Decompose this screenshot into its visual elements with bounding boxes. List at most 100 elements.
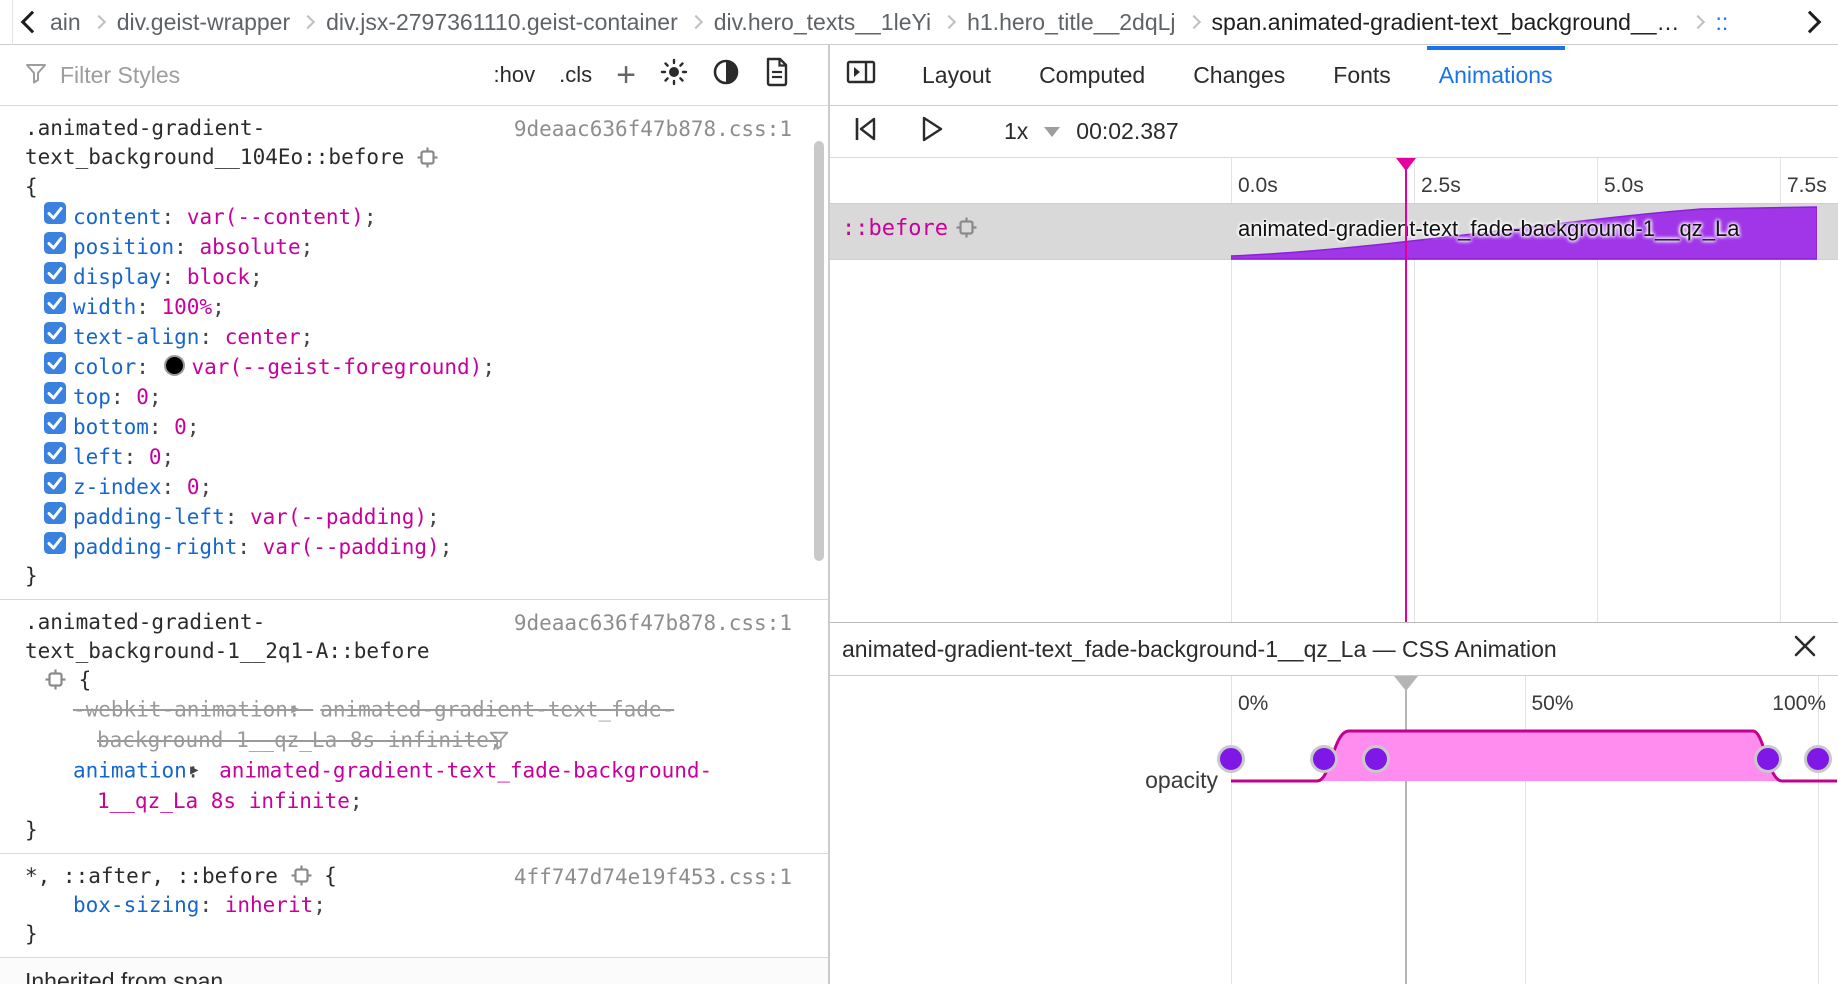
- css-property-row[interactable]: animation: ▶animated-gradient-text_fade-…: [25, 756, 792, 816]
- colon: :: [225, 505, 250, 529]
- contrast-half-moon-icon[interactable]: [712, 58, 740, 92]
- css-property-row[interactable]: z-index: 0;: [25, 472, 792, 502]
- breadcrumb-item[interactable]: ain: [50, 9, 81, 36]
- keyframe-dot[interactable]: [1804, 745, 1832, 773]
- property-checkbox[interactable]: [44, 442, 66, 464]
- pseudo-element-name: ::before: [842, 216, 948, 241]
- css-property-row[interactable]: text-align: center;: [25, 322, 792, 352]
- styles-panel: :hov .cls +: [0, 45, 830, 984]
- stylesheet-source-link[interactable]: 9deaac636f47b878.css:1: [514, 609, 792, 638]
- rule-selector-line[interactable]: text_background-1__2q1-A::before: [25, 637, 792, 666]
- property-name: content: [73, 205, 162, 229]
- detail-playhead-handle[interactable]: [1394, 676, 1418, 691]
- tab-animations[interactable]: Animations: [1437, 46, 1555, 105]
- stylesheet-source-link[interactable]: 9deaac636f47b878.css:1: [514, 115, 792, 144]
- property-name: text-align: [73, 325, 199, 349]
- current-time: 00:02.387: [1076, 118, 1178, 145]
- play-button[interactable]: [916, 114, 946, 150]
- property-name: z-index: [73, 475, 162, 499]
- stylesheet-source-link[interactable]: 4ff747d74e19f453.css:1: [514, 863, 792, 892]
- property-name: bottom: [73, 415, 149, 439]
- style-rule: 4ff747d74e19f453.css:1*, ::after, ::befo…: [0, 854, 828, 959]
- inherited-from-span-header: Inherited from span: [0, 958, 828, 984]
- tab-changes[interactable]: Changes: [1191, 46, 1287, 105]
- css-property-row[interactable]: box-sizing: inherit;: [25, 891, 792, 920]
- detail-title: animated-gradient-text_fade-background-1…: [842, 636, 1557, 663]
- animation-name-label[interactable]: animated-gradient-text_fade-background-1…: [1238, 216, 1739, 242]
- rule-selector-line[interactable]: {: [25, 666, 792, 696]
- property-checkbox[interactable]: [44, 382, 66, 404]
- property-checkbox[interactable]: [44, 202, 66, 224]
- breadcrumb-item[interactable]: div.geist-wrapper: [117, 9, 290, 36]
- breadcrumb-item[interactable]: span.animated-gradient-text_background__…: [1212, 9, 1680, 36]
- property-checkbox[interactable]: [44, 412, 66, 434]
- property-checkbox[interactable]: [44, 322, 66, 344]
- semicolon: ;: [301, 235, 314, 259]
- keyframe-dot[interactable]: [1217, 745, 1245, 773]
- property-checkbox[interactable]: [44, 352, 66, 374]
- replay-button[interactable]: [850, 114, 880, 150]
- css-property-row[interactable]: bottom: 0;: [25, 412, 792, 442]
- timeline-playhead[interactable]: [1405, 158, 1407, 622]
- styles-scrollbar-thumb[interactable]: [814, 141, 824, 561]
- close-icon[interactable]: [1792, 633, 1818, 665]
- inspect-target-icon[interactable]: [956, 216, 977, 241]
- colon: :: [162, 265, 187, 289]
- new-style-rule-button[interactable]: +: [616, 65, 636, 85]
- rule-selector-line[interactable]: {: [25, 173, 792, 202]
- css-property-row[interactable]: padding-right: var(--padding);: [25, 532, 792, 562]
- css-property-row[interactable]: width: 100%;: [25, 292, 792, 322]
- semicolon: ;: [212, 295, 225, 319]
- property-checkbox[interactable]: [44, 502, 66, 524]
- semicolon: ;: [250, 265, 263, 289]
- property-value: var(--padding): [263, 535, 440, 559]
- toggle-hover-state-button[interactable]: :hov: [494, 62, 536, 88]
- css-property-row[interactable]: color: var(--geist-foreground);: [25, 352, 792, 382]
- rule-selector-line[interactable]: text_background__104Eo::before: [25, 143, 792, 173]
- breadcrumb-item[interactable]: h1.hero_title__2dqLj: [967, 9, 1175, 36]
- keyframe-dot[interactable]: [1362, 745, 1390, 773]
- breadcrumb-back-chevron-icon[interactable]: [21, 11, 44, 34]
- property-checkbox[interactable]: [44, 292, 66, 314]
- pseudo-element-row-label[interactable]: ::before: [842, 216, 977, 241]
- keyframe-dot[interactable]: [1310, 745, 1338, 773]
- sidebar-toggle-icon[interactable]: [846, 59, 876, 91]
- timeline-playhead-handle[interactable]: [1396, 158, 1416, 171]
- property-checkbox[interactable]: [44, 232, 66, 254]
- tab-computed[interactable]: Computed: [1037, 46, 1147, 105]
- colon: :: [124, 445, 149, 469]
- light-theme-sun-icon[interactable]: [660, 58, 688, 92]
- playback-rate-caret-icon[interactable]: [1044, 127, 1060, 137]
- breadcrumb-item[interactable]: div.jsx-2797361110.geist-container: [326, 9, 678, 36]
- toggle-class-button[interactable]: .cls: [559, 62, 592, 88]
- css-property-row[interactable]: display: block;: [25, 262, 792, 292]
- breadcrumb-item[interactable]: ::: [1716, 9, 1729, 36]
- css-property-row[interactable]: padding-left: var(--padding);: [25, 502, 792, 532]
- breadcrumb-item[interactable]: div.hero_texts__1leYi: [714, 9, 931, 36]
- semicolon: ;: [199, 475, 212, 499]
- semicolon: ;: [427, 505, 440, 529]
- stylesheet-document-icon[interactable]: [764, 57, 790, 93]
- color-swatch[interactable]: [164, 355, 185, 376]
- property-checkbox[interactable]: [44, 532, 66, 554]
- inspect-target-icon[interactable]: [291, 862, 312, 891]
- playback-rate-value[interactable]: 1x: [1004, 118, 1028, 145]
- css-property-row[interactable]: content: var(--content);: [25, 202, 792, 232]
- breadcrumb-forward-chevron-icon[interactable]: [1799, 11, 1822, 34]
- property-value: var(--padding): [250, 505, 427, 529]
- style-rule: 9deaac636f47b878.css:1.animated-gradient…: [0, 600, 828, 854]
- property-checkbox[interactable]: [44, 472, 66, 494]
- css-property-row[interactable]: position: absolute;: [25, 232, 792, 262]
- property-name: left: [73, 445, 124, 469]
- tab-layout[interactable]: Layout: [920, 46, 993, 105]
- inspect-target-icon[interactable]: [417, 144, 438, 173]
- css-property-row[interactable]: -webkit-animation: ▶animated-gradient-te…: [25, 695, 792, 756]
- inspect-target-icon[interactable]: [45, 666, 66, 695]
- filter-styles-input[interactable]: [58, 61, 484, 90]
- property-checkbox[interactable]: [44, 262, 66, 284]
- css-property-row[interactable]: top: 0;: [25, 382, 792, 412]
- keyframe-dot[interactable]: [1754, 745, 1782, 773]
- filter-funnel-icon[interactable]: [502, 727, 510, 756]
- css-property-row[interactable]: left: 0;: [25, 442, 792, 472]
- tab-fonts[interactable]: Fonts: [1331, 46, 1393, 105]
